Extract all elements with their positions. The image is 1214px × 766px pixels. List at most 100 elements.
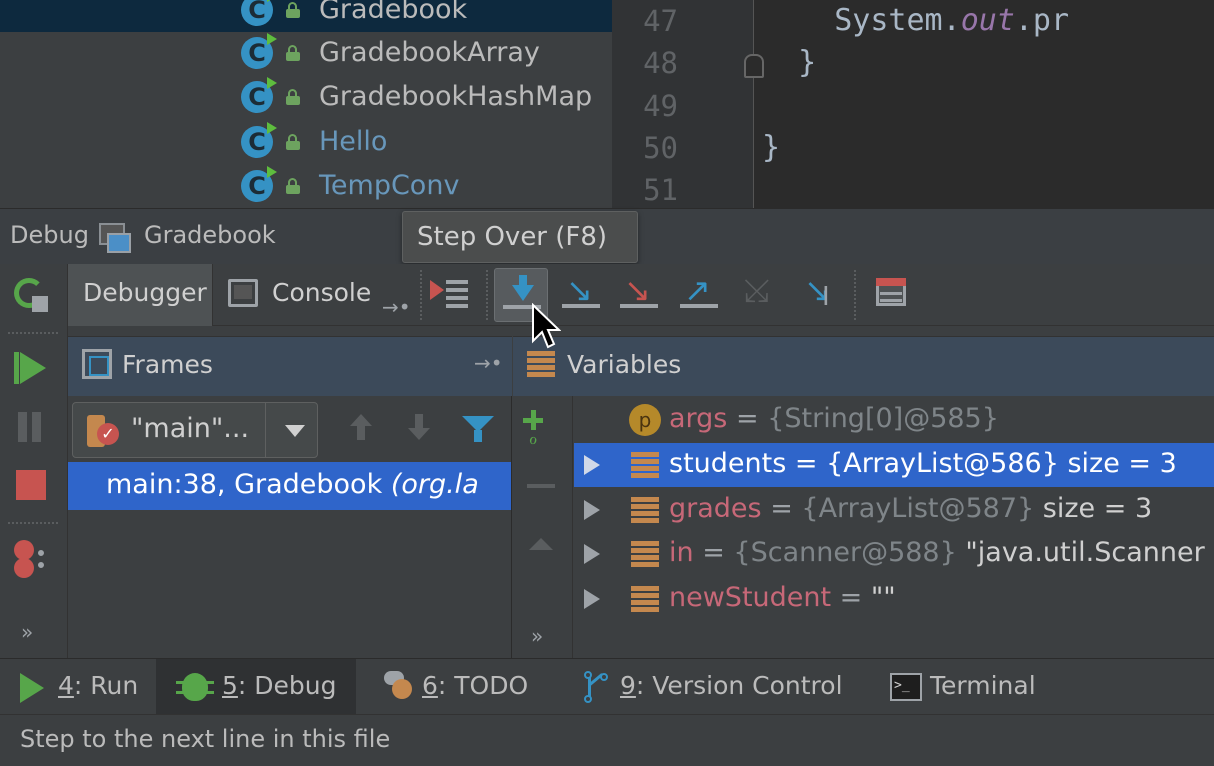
lock-icon xyxy=(286,45,300,61)
new-watch-icon[interactable]: ℴ xyxy=(523,410,563,449)
chevron-down-icon xyxy=(285,425,305,437)
debug-config-name[interactable]: Gradebook xyxy=(144,221,276,249)
parameter-icon: p xyxy=(629,404,661,436)
tree-item-hello[interactable]: C Hello xyxy=(0,120,612,164)
pause-program-icon[interactable] xyxy=(10,406,54,450)
java-class-icon: C xyxy=(241,122,277,158)
rerun-icon[interactable] xyxy=(10,274,54,318)
expand-arrow-icon[interactable] xyxy=(584,455,600,475)
variable-row-newstudent[interactable]: newStudent = "" xyxy=(574,577,1214,621)
variable-text: grades = {ArrayList@587} size = 3 xyxy=(669,493,1153,524)
lock-icon xyxy=(286,2,300,18)
frames-icon xyxy=(82,349,112,379)
variable-text: students = {ArrayList@586} size = 3 xyxy=(669,448,1177,479)
tab-console[interactable]: Console →• xyxy=(214,264,422,326)
show-execution-point-icon[interactable] xyxy=(422,268,476,322)
tab-todo-label: 6: TODO xyxy=(422,671,529,700)
stack-frame-row[interactable]: main:38, Gradebook (org.la xyxy=(68,462,511,510)
toolbar-separator xyxy=(854,270,856,320)
tree-item-label: TempConv xyxy=(319,170,460,201)
code-line: System.out.pr xyxy=(762,3,1070,38)
tool-window-bar: 4: Run 5: Debug 6: TODO 9: Version Contr… xyxy=(0,658,1214,715)
debug-side-toolbar: » xyxy=(0,264,68,658)
previous-frame-icon[interactable] xyxy=(346,414,376,444)
step-over-tooltip: Step Over (F8) xyxy=(402,211,638,263)
next-frame-icon[interactable] xyxy=(404,414,434,444)
bug-icon xyxy=(176,673,214,701)
lock-icon xyxy=(286,178,300,194)
run-to-cursor-icon[interactable]: ↘ I xyxy=(792,268,846,322)
variable-row-grades[interactable]: grades = {ArrayList@587} size = 3 xyxy=(574,488,1214,532)
toolbar-separator xyxy=(486,270,488,320)
remove-watch-icon[interactable] xyxy=(527,484,555,488)
tab-terminal[interactable]: >_ Terminal xyxy=(876,659,1056,715)
stop-icon[interactable] xyxy=(10,464,54,508)
tree-item-tempconv[interactable]: C TempConv xyxy=(0,164,612,208)
variable-row-students[interactable]: students = {ArrayList@586} size = 3 xyxy=(574,443,1214,487)
toolbar-separator xyxy=(8,522,58,524)
java-class-icon: C xyxy=(241,0,277,26)
step-out-icon[interactable]: ↗ xyxy=(672,268,726,322)
frames-panel: ✓ "main"... main:38, Gradebook (org.la xyxy=(68,396,512,658)
force-step-into-icon[interactable]: ↘ xyxy=(612,268,666,322)
frames-title: Frames xyxy=(122,350,213,379)
tab-run[interactable]: 4: Run xyxy=(0,659,156,715)
resume-program-icon[interactable] xyxy=(10,346,54,390)
tab-debug[interactable]: 5: Debug xyxy=(156,659,356,715)
status-bar: Step to the next line in this file xyxy=(0,714,1214,766)
variable-text: in = {Scanner@588} "java.util.Scanner xyxy=(669,537,1205,568)
move-watch-up-icon[interactable] xyxy=(529,538,553,550)
tab-debug-label: 5: Debug xyxy=(222,671,337,700)
code-line: } xyxy=(762,130,781,165)
drop-frame-icon[interactable]: ⤩ xyxy=(732,268,786,322)
toolbar-separator xyxy=(8,332,58,334)
variables-icon xyxy=(527,351,555,377)
expand-arrow-icon[interactable] xyxy=(584,544,600,564)
tab-version-control[interactable]: 9: Version Control xyxy=(572,659,862,715)
tab-run-label: 4: Run xyxy=(58,671,139,700)
todo-icon xyxy=(384,671,414,701)
variable-text: newStudent = "" xyxy=(669,582,896,613)
expand-arrow-icon[interactable] xyxy=(584,500,600,520)
status-message: Step to the next line in this file xyxy=(20,725,391,753)
evaluate-expression-icon[interactable] xyxy=(864,268,918,322)
restore-layout-icon[interactable]: →• xyxy=(382,278,411,336)
tree-item-label: GradebookArray xyxy=(319,37,540,68)
filter-icon[interactable] xyxy=(462,414,494,444)
tree-item-gradebook[interactable]: C Gradebook xyxy=(0,0,612,32)
restore-layout-icon[interactable]: →• xyxy=(474,351,503,375)
tab-todo[interactable]: 6: TODO xyxy=(370,659,550,715)
terminal-icon: >_ xyxy=(890,673,922,701)
debug-window-title: Debug xyxy=(10,221,89,249)
fold-marker[interactable] xyxy=(744,54,764,78)
variables-tree: p args = {String[0]@585} students = {Arr… xyxy=(574,396,1214,658)
tree-item-gradebookhashmap[interactable]: C GradebookHashMap xyxy=(0,75,612,119)
line-number: 48 xyxy=(643,46,678,80)
view-breakpoints-icon[interactable] xyxy=(10,538,54,582)
code-editor[interactable]: 47 48 49 50 51 System.out.pr } } xyxy=(612,0,1214,208)
variable-row-in[interactable]: in = {Scanner@588} "java.util.Scanner xyxy=(574,532,1214,576)
version-control-icon xyxy=(582,671,610,703)
expand-arrow-icon[interactable] xyxy=(584,589,600,609)
step-into-icon[interactable]: ↘ xyxy=(554,268,608,322)
more-actions-chevron-icon[interactable]: » xyxy=(21,620,33,644)
field-icon xyxy=(631,586,659,612)
variable-text: args = {String[0]@585} xyxy=(669,403,999,434)
more-actions-chevron-icon[interactable]: » xyxy=(531,624,543,648)
tab-terminal-label: Terminal xyxy=(930,671,1036,700)
code-line: } xyxy=(762,45,817,80)
thread-selector-dropdown[interactable]: ✓ "main"... xyxy=(72,402,318,458)
line-number: 51 xyxy=(643,173,678,207)
java-class-icon: C xyxy=(241,33,277,69)
tree-item-label: Hello xyxy=(319,126,388,157)
project-tree: C Gradebook C GradebookArray C Gradebook… xyxy=(0,0,612,208)
java-class-icon: C xyxy=(241,77,277,113)
tab-debugger[interactable]: Debugger xyxy=(68,264,213,326)
thread-selector-value: "main"... xyxy=(131,413,250,444)
thread-suspended-icon: ✓ xyxy=(87,415,119,447)
line-number-gutter: 47 48 49 50 51 xyxy=(612,0,754,208)
variable-row-args[interactable]: p args = {String[0]@585} xyxy=(574,398,1214,442)
tab-version-control-label: 9: Version Control xyxy=(620,671,843,700)
variables-title: Variables xyxy=(567,350,682,379)
tree-item-gradebookarray[interactable]: C GradebookArray xyxy=(0,31,612,75)
